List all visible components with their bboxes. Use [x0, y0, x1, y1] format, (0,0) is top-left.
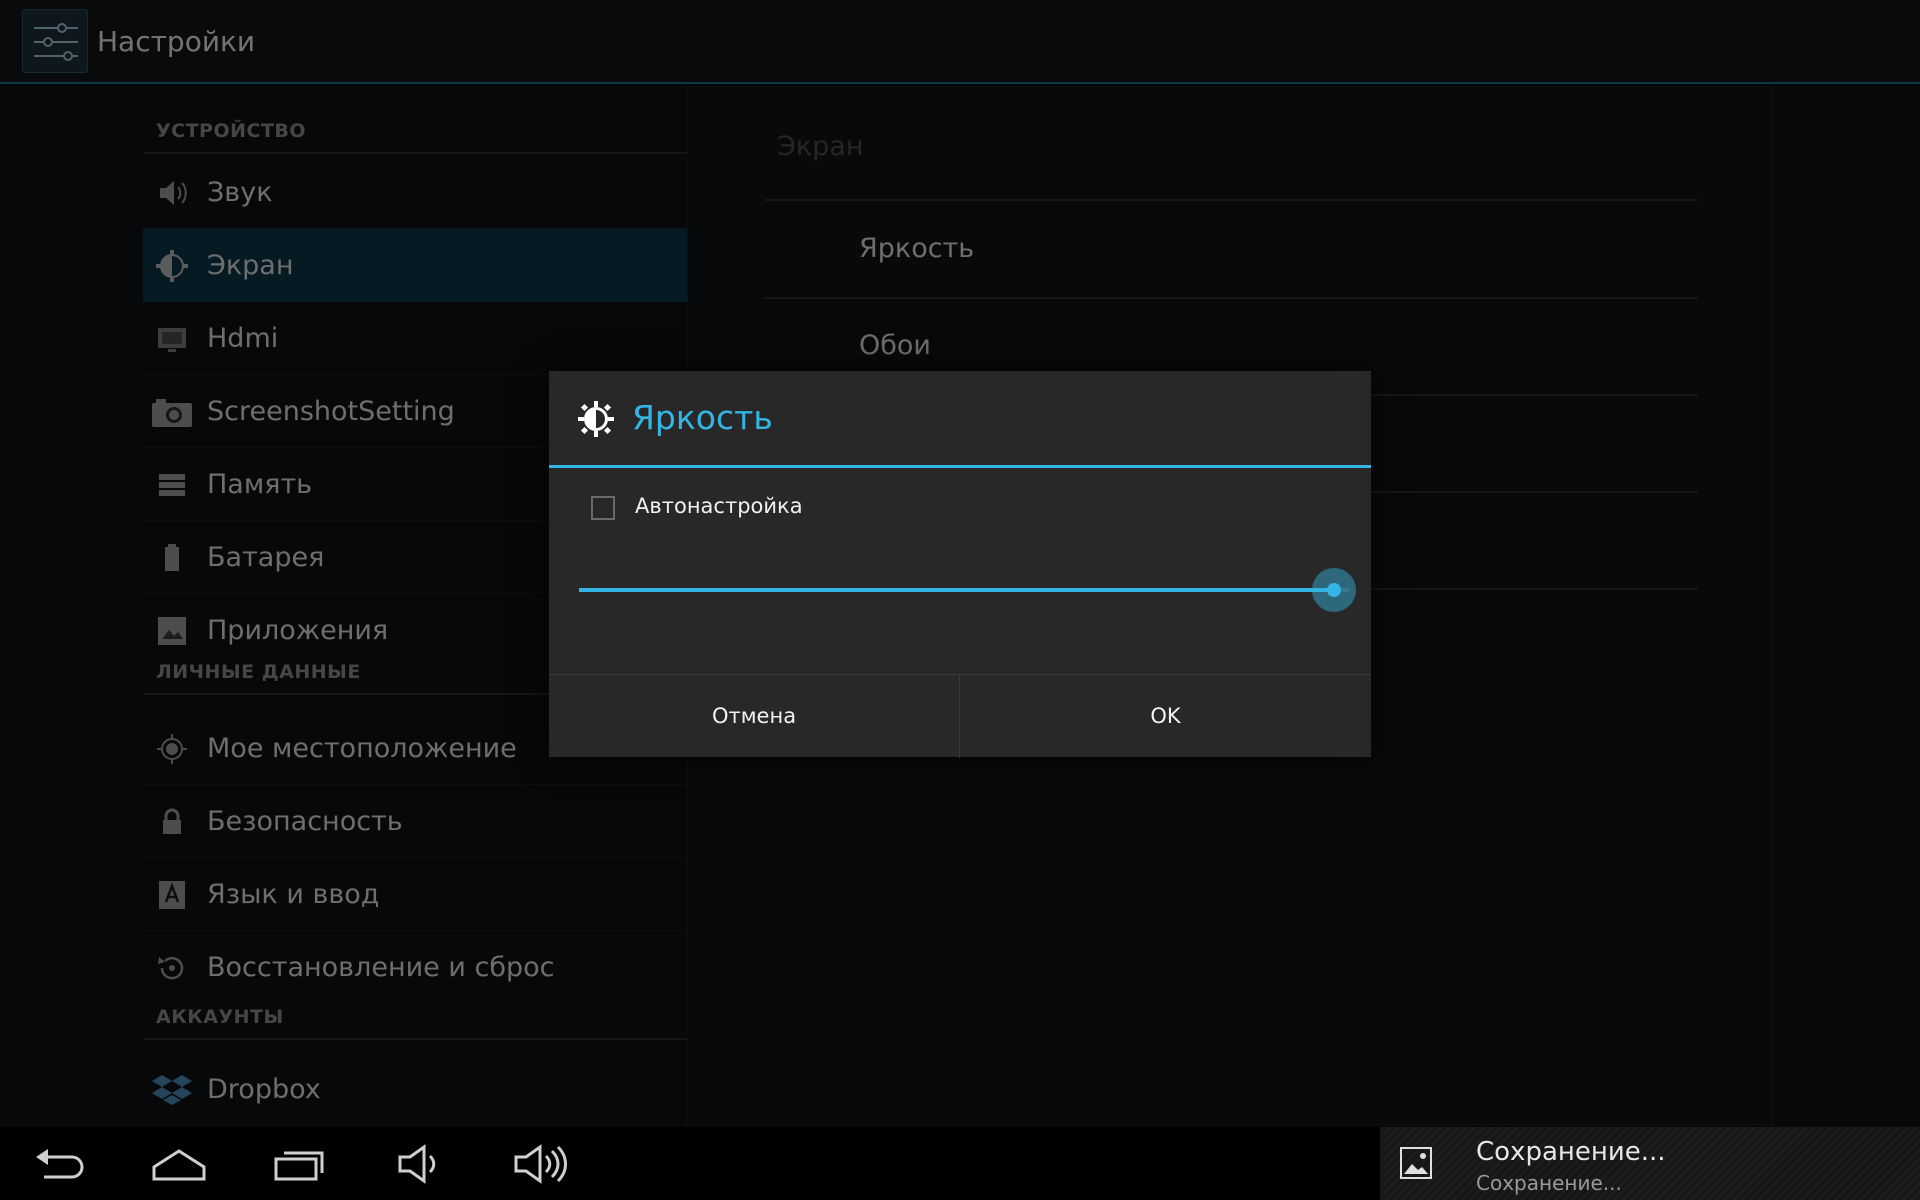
slider-thumb[interactable]: [1311, 568, 1356, 612]
brightness-icon: [578, 401, 614, 437]
auto-brightness-checkbox[interactable]: [591, 496, 615, 520]
notification-title: Сохранение...: [1476, 1137, 1666, 1167]
system-navigation-bar: Сохранение... Сохранение...: [0, 1127, 1920, 1200]
back-icon[interactable]: [32, 1143, 88, 1185]
brightness-slider[interactable]: [579, 568, 1356, 612]
volume-down-icon[interactable]: [396, 1143, 448, 1185]
dialog-title: Яркость: [632, 398, 773, 437]
notification-tray[interactable]: Сохранение... Сохранение...: [1380, 1127, 1920, 1200]
auto-brightness-label[interactable]: Автонастройка: [635, 494, 803, 518]
cancel-button[interactable]: Отмена: [549, 675, 960, 758]
dialog-button-bar: Отмена OK: [549, 674, 1371, 758]
ok-button[interactable]: OK: [960, 675, 1371, 758]
notification-text: Сохранение...: [1476, 1171, 1622, 1195]
screen: Настройки УСТРОЙСТВО Звук Экран Hd: [0, 0, 1920, 1200]
dialog-header: Яркость: [549, 371, 1371, 468]
recent-apps-icon[interactable]: [272, 1143, 328, 1185]
image-icon: [1400, 1147, 1432, 1179]
brightness-dialog: Яркость Автонастройка Отмена OK: [549, 371, 1371, 758]
home-icon[interactable]: [150, 1143, 208, 1185]
slider-fill: [579, 588, 1334, 592]
volume-up-icon[interactable]: [512, 1143, 570, 1185]
